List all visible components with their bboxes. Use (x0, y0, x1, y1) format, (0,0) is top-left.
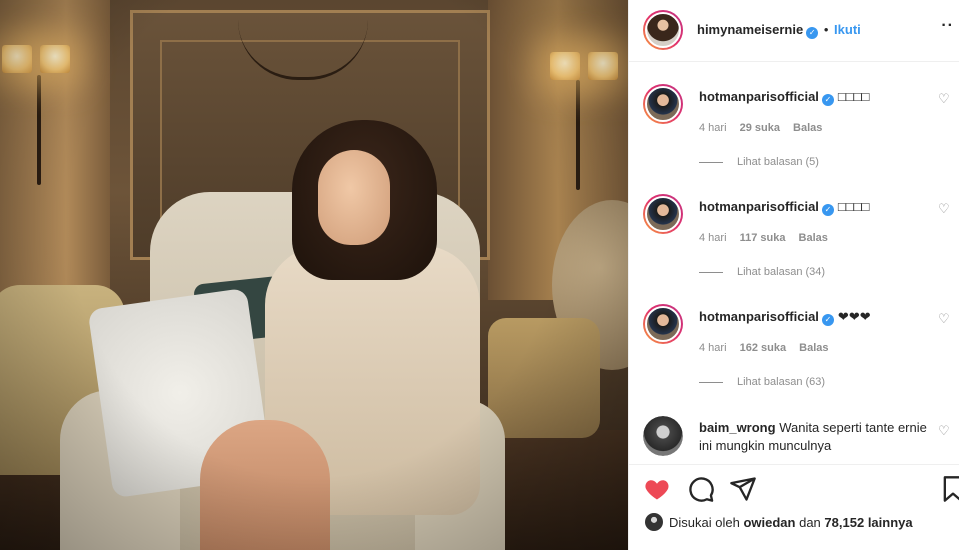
comment-text: ❤❤❤ (837, 309, 871, 324)
comment-meta: 4 hari 162 suka Balas (699, 342, 839, 354)
liked-by-count[interactable]: 78,152 (824, 515, 864, 530)
comment-likes[interactable]: 162 suka (740, 342, 786, 354)
comment-username[interactable]: hotmanparisofficial (699, 199, 819, 214)
comment-likes[interactable]: 117 suka (740, 232, 786, 244)
comment-line: baim_wrong Wanita seperti tante ernie in… (699, 419, 929, 455)
reply-button[interactable]: Balas (793, 122, 822, 134)
photo-vignette (0, 0, 628, 550)
post-photo[interactable] (0, 0, 628, 550)
comment-time: 4 hari (699, 342, 727, 354)
comment-like-heart-icon[interactable]: ♡ (938, 202, 952, 216)
comment-text: □□□□ (837, 199, 870, 214)
liked-by-prefix: Disukai oleh (669, 515, 740, 530)
liked-by-suffix[interactable]: lainnya (868, 515, 913, 530)
post-sidebar: himynameisernie ✓ • Ikuti ·· hotmanpariso… (628, 0, 959, 550)
comment-username[interactable]: hotmanparisofficial (699, 89, 819, 104)
liked-by-line: Disukai oleh owiedan dan 78,152 lainnya (645, 513, 913, 531)
follow-button[interactable]: Ikuti (834, 22, 861, 37)
view-replies-label: Lihat balasan (63) (737, 376, 826, 388)
view-replies-label: Lihat balasan (34) (737, 266, 826, 278)
view-replies-button[interactable]: Lihat balasan (63) (699, 376, 825, 388)
view-replies-button[interactable]: Lihat balasan (34) (699, 266, 825, 278)
verified-badge-icon: ✓ (806, 27, 819, 39)
replies-dash (699, 381, 723, 383)
replies-dash (699, 271, 723, 273)
verified-badge-icon: ✓ (821, 94, 834, 106)
view-replies-button[interactable]: Lihat balasan (5) (699, 156, 819, 168)
reply-button[interactable]: Balas (799, 232, 828, 244)
author-line: himynameisernie ✓ • Ikuti (697, 22, 861, 39)
commenter-avatar[interactable] (643, 84, 683, 124)
author-username[interactable]: himynameisernie (697, 22, 803, 37)
header-separator: • (823, 22, 829, 37)
heart-filled-icon[interactable] (643, 475, 671, 503)
comment-like-heart-icon[interactable]: ♡ (938, 92, 952, 106)
liked-by-middle: dan (799, 515, 821, 530)
comment-like-heart-icon[interactable]: ♡ (938, 312, 952, 326)
author-avatar[interactable] (643, 10, 683, 50)
verified-badge-icon: ✓ (821, 314, 834, 326)
comment-username[interactable]: hotmanparisofficial (699, 309, 819, 324)
share-icon[interactable] (729, 475, 757, 503)
comment-text: □□□□ (837, 89, 870, 104)
post-actions: Disukai oleh owiedan dan 78,152 lainnya (629, 464, 959, 550)
bookmark-icon[interactable] (939, 475, 959, 503)
commenter-avatar[interactable] (643, 416, 683, 456)
liked-by-user[interactable]: owiedan (743, 515, 795, 530)
comment-line: hotmanparisofficial ✓ □□□□ (699, 89, 869, 106)
comment-username[interactable]: baim_wrong (699, 420, 776, 435)
comment-like-heart-icon[interactable]: ♡ (938, 424, 952, 438)
comment-line: hotmanparisofficial ✓ □□□□ (699, 199, 869, 216)
replies-dash (699, 161, 723, 163)
comment-time: 4 hari (699, 122, 727, 134)
comment-icon[interactable] (687, 475, 715, 503)
more-horizontal-icon[interactable]: ·· (941, 17, 954, 35)
view-replies-label: Lihat balasan (5) (737, 156, 819, 168)
comment-time: 4 hari (699, 232, 727, 244)
comment-line: hotmanparisofficial ✓ ❤❤❤ (699, 309, 871, 326)
comment-meta: 4 hari 29 suka Balas (699, 122, 832, 134)
verified-badge-icon: ✓ (821, 204, 834, 216)
commenter-avatar[interactable] (643, 194, 683, 234)
liker-avatar[interactable] (645, 513, 663, 531)
reply-button[interactable]: Balas (799, 342, 828, 354)
post-header: himynameisernie ✓ • Ikuti ·· (629, 0, 959, 62)
comment-likes[interactable]: 29 suka (740, 122, 780, 134)
commenter-avatar[interactable] (643, 304, 683, 344)
comment-meta: 4 hari 117 suka Balas (699, 232, 838, 244)
